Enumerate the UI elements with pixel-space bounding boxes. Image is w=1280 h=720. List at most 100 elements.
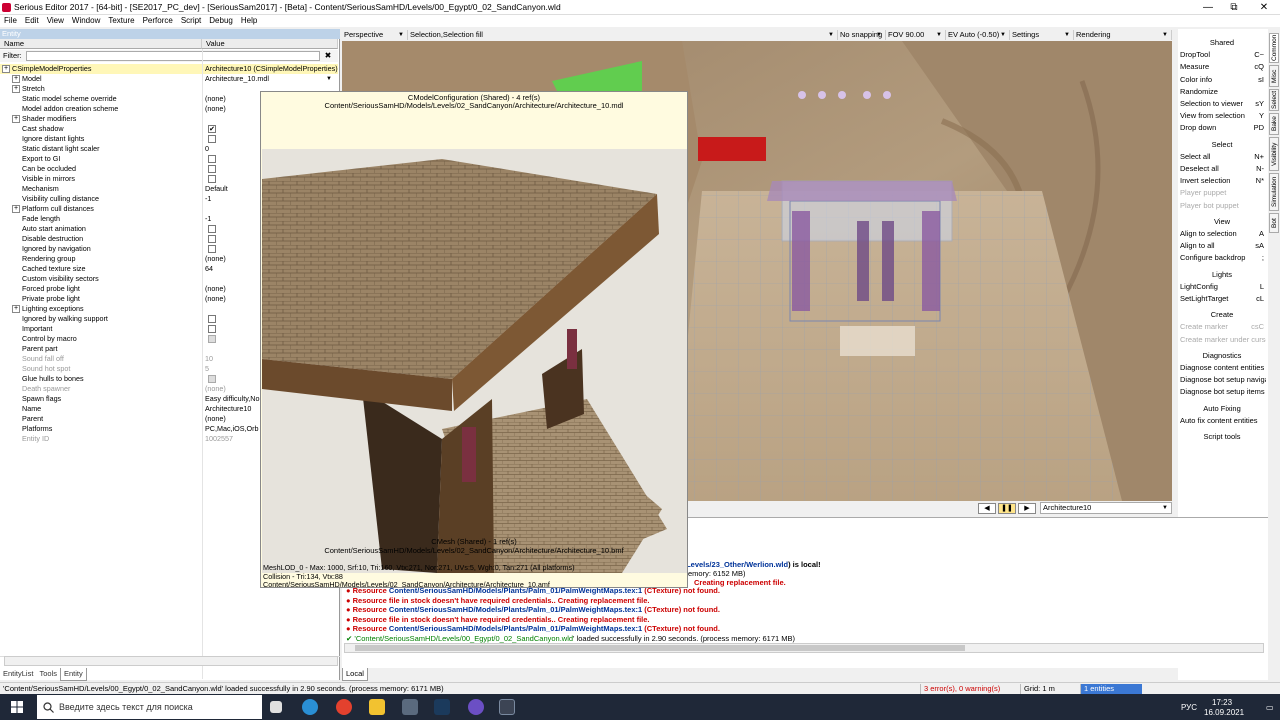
checkbox[interactable] bbox=[208, 315, 216, 323]
side-tab-bake[interactable]: Bake bbox=[1269, 113, 1279, 135]
console-vertical-scrollbar[interactable] bbox=[1268, 517, 1280, 668]
tool-command[interactable]: SetLightTarget cL bbox=[1180, 294, 1266, 303]
pause-button[interactable]: ❚❚ bbox=[998, 503, 1016, 514]
clock-time[interactable]: 17:23 bbox=[1212, 698, 1232, 707]
rendering-dropdown[interactable]: Rendering ▼ bbox=[1074, 30, 1172, 40]
menu-window[interactable]: Window bbox=[68, 15, 104, 27]
expand-icon[interactable]: + bbox=[12, 205, 20, 213]
menu-perforce[interactable]: Perforce bbox=[139, 15, 177, 27]
snapping-dropdown[interactable]: No snapping ▼ bbox=[838, 30, 886, 40]
task-view-icon[interactable] bbox=[270, 701, 282, 713]
horizontal-scrollbar[interactable] bbox=[4, 656, 338, 666]
checkbox[interactable] bbox=[208, 245, 216, 253]
checkbox[interactable] bbox=[208, 235, 216, 243]
tool-command[interactable]: Selection to viewer sY bbox=[1180, 99, 1266, 108]
tab-local[interactable]: Local bbox=[342, 668, 368, 681]
tool-command[interactable]: Diagnose bot setup items bbox=[1180, 387, 1266, 396]
taskbar-search[interactable]: Введите здесь текст для поиска bbox=[36, 694, 263, 720]
console-horizontal-scrollbar[interactable] bbox=[344, 643, 1264, 653]
play-forward-button[interactable]: ▶ bbox=[1018, 503, 1036, 514]
property-value[interactable]: (none) bbox=[205, 94, 226, 104]
restore-button[interactable]: ⧉ bbox=[1220, 0, 1248, 15]
property-value[interactable]: 5 bbox=[205, 364, 209, 374]
property-row[interactable]: + Model Architecture_10.mdl ▼ bbox=[0, 74, 338, 84]
tool-command[interactable]: Player bot puppet bbox=[1180, 201, 1266, 210]
checkbox[interactable] bbox=[208, 175, 216, 183]
tool-command[interactable]: Diagnose content entities bbox=[1180, 363, 1266, 372]
perspective-dropdown[interactable]: Perspective ▼ bbox=[342, 30, 408, 40]
checkbox[interactable] bbox=[208, 375, 216, 383]
checkbox[interactable] bbox=[208, 165, 216, 173]
property-value[interactable]: Default bbox=[205, 184, 228, 194]
tab-entitylist[interactable]: EntityList bbox=[0, 668, 36, 680]
clock-date[interactable]: 16.09.2021 bbox=[1204, 708, 1244, 717]
property-value[interactable]: (none) bbox=[205, 414, 226, 424]
steam-icon[interactable] bbox=[434, 699, 450, 715]
menu-texture[interactable]: Texture bbox=[104, 15, 138, 27]
property-value[interactable]: 10 bbox=[205, 354, 213, 364]
property-value[interactable]: -1 bbox=[205, 214, 211, 224]
checkbox[interactable] bbox=[208, 135, 216, 143]
property-row[interactable]: + CSimpleModelProperties Architecture10 (C… bbox=[0, 64, 338, 74]
property-value[interactable]: Easy difficulty,Nor bbox=[205, 394, 262, 404]
menu-debug[interactable]: Debug bbox=[205, 15, 237, 27]
tool-command[interactable]: Measure cQ bbox=[1180, 62, 1266, 71]
expand-icon[interactable]: + bbox=[12, 305, 20, 313]
play-back-button[interactable]: ◀ bbox=[978, 503, 996, 514]
side-tab-common[interactable]: Common bbox=[1269, 33, 1279, 63]
menu-file[interactable]: File bbox=[0, 15, 21, 27]
tool-command[interactable]: DropTool C~ bbox=[1180, 50, 1266, 59]
property-value[interactable]: (none) bbox=[205, 254, 226, 264]
tool-command[interactable]: Invert selection N* bbox=[1180, 176, 1266, 185]
tool-command[interactable]: Align to all sA bbox=[1180, 241, 1266, 250]
property-value[interactable]: (none) bbox=[205, 294, 226, 304]
checkbox[interactable] bbox=[208, 335, 216, 343]
windows-start-icon[interactable] bbox=[11, 701, 23, 713]
tool-command[interactable]: Create marker csC bbox=[1180, 322, 1266, 331]
filter-input[interactable] bbox=[26, 51, 320, 61]
side-tab-misc[interactable]: Misc bbox=[1269, 65, 1279, 87]
tool-command[interactable]: Diagnose bot setup navigation bbox=[1180, 375, 1266, 384]
property-value[interactable]: (none) bbox=[205, 284, 226, 294]
fov-dropdown[interactable]: FOV 90.00 ▼ bbox=[886, 30, 946, 40]
menu-edit[interactable]: Edit bbox=[21, 15, 43, 27]
tool-command[interactable]: Create marker under cursor bbox=[1180, 335, 1266, 344]
language-indicator[interactable]: РУС bbox=[1181, 703, 1197, 712]
column-header-value[interactable]: Value bbox=[202, 39, 338, 49]
settings-dropdown[interactable]: Settings ▼ bbox=[1010, 30, 1074, 40]
tab-entity[interactable]: Entity bbox=[59, 668, 87, 681]
property-value[interactable]: Architecture10 (CSimpleModelProperties) bbox=[205, 64, 338, 74]
serious-editor-icon[interactable] bbox=[499, 699, 515, 715]
side-tab-bot[interactable]: Bot bbox=[1269, 213, 1279, 233]
notification-icon[interactable]: ▭ bbox=[1266, 703, 1274, 712]
column-header-name[interactable]: Name bbox=[0, 39, 202, 49]
property-value[interactable]: 1002557 bbox=[205, 434, 233, 444]
checkbox[interactable] bbox=[208, 225, 216, 233]
exposure-dropdown[interactable]: EV Auto (-0.50) ▼ bbox=[946, 30, 1010, 40]
chevron-down-icon[interactable]: ▼ bbox=[326, 74, 332, 84]
store-icon[interactable] bbox=[402, 699, 418, 715]
tool-command[interactable]: Player puppet bbox=[1180, 188, 1266, 197]
checkbox[interactable] bbox=[208, 155, 216, 163]
discord-icon[interactable] bbox=[468, 699, 484, 715]
selected-entity-dropdown[interactable]: Architecture10 ▼ bbox=[1040, 502, 1172, 514]
menu-view[interactable]: View bbox=[43, 15, 68, 27]
expand-icon[interactable]: + bbox=[12, 75, 20, 83]
checkbox[interactable]: ✔ bbox=[208, 125, 216, 133]
tool-command[interactable]: Drop down PD bbox=[1180, 123, 1266, 132]
expand-icon[interactable]: + bbox=[12, 85, 20, 93]
file-explorer-icon[interactable] bbox=[369, 699, 385, 715]
property-value[interactable]: 0 bbox=[205, 144, 209, 154]
tool-command[interactable]: Auto fix content entities bbox=[1180, 416, 1266, 425]
side-tab-select[interactable]: Select bbox=[1269, 89, 1279, 111]
tab-tools[interactable]: Tools bbox=[36, 668, 60, 680]
tool-command[interactable]: Deselect all N- bbox=[1180, 164, 1266, 173]
scrollbar-thumb[interactable] bbox=[355, 645, 965, 651]
menu-script[interactable]: Script bbox=[177, 15, 205, 27]
tool-command[interactable]: Randomize bbox=[1180, 87, 1266, 96]
chrome-icon[interactable] bbox=[336, 699, 352, 715]
menu-help[interactable]: Help bbox=[237, 15, 261, 27]
status-errors[interactable]: 3 error(s), 0 warning(s) bbox=[920, 684, 1018, 694]
side-tab-simulation[interactable]: Simulation bbox=[1269, 173, 1279, 211]
property-value[interactable]: Architecture_10.mdl bbox=[205, 74, 269, 84]
